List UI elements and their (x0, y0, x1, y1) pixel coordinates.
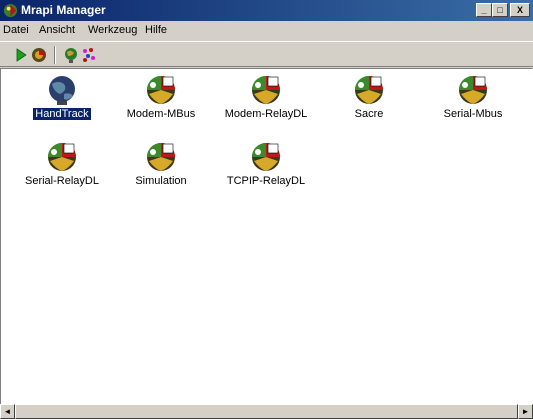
item-label: Modem-RelayDL (224, 108, 308, 120)
item-label: Serial-Mbus (443, 108, 503, 120)
title-bar[interactable]: Mrapi Manager _ □ X (0, 0, 533, 21)
module-icon (147, 76, 175, 104)
list-item-tcpip-relaydl[interactable]: TCPIP-RelayDL (216, 141, 316, 187)
list-item-modem-relaydl[interactable]: Modem-RelayDL (216, 74, 316, 120)
item-label: Sacre (354, 108, 384, 120)
scroll-thumb[interactable] (15, 404, 518, 419)
item-label: TCPIP-RelayDL (226, 175, 306, 187)
module-icon (252, 143, 280, 171)
globe-icon[interactable] (62, 46, 80, 64)
toolbar (0, 41, 533, 67)
item-label: Modem-MBus (126, 108, 196, 120)
list-item-modem-mbus[interactable]: Modem-MBus (111, 74, 211, 120)
menu-ansicht[interactable]: Ansicht (39, 24, 75, 36)
item-label: Serial-RelayDL (25, 175, 99, 187)
horizontal-scrollbar[interactable]: ◄ ► (0, 404, 533, 419)
list-item-simulation[interactable]: Simulation (111, 141, 211, 187)
close-button[interactable]: X (510, 3, 530, 17)
dots-icon[interactable] (80, 46, 98, 64)
menu-werkzeug[interactable]: Werkzeug (88, 24, 137, 36)
module-icon (48, 143, 76, 171)
globe-icon (49, 76, 75, 105)
scroll-left-button[interactable]: ◄ (0, 404, 15, 419)
disk-icon[interactable] (30, 46, 48, 64)
app-icon (3, 3, 18, 18)
module-icon (459, 76, 487, 104)
menu-hilfe[interactable]: Hilfe (145, 24, 167, 36)
item-label: HandTrack (32, 107, 92, 121)
menu-datei[interactable]: Datei (3, 24, 29, 36)
maximize-button[interactable]: □ (492, 3, 508, 17)
list-item-sacre[interactable]: Sacre (319, 74, 419, 120)
window-title: Mrapi Manager (21, 3, 106, 17)
minimize-button[interactable]: _ (476, 3, 492, 17)
toolbar-separator (54, 46, 56, 64)
play-icon[interactable] (12, 46, 30, 64)
module-icon (252, 76, 280, 104)
menu-bar: Datei Ansicht Werkzeug Hilfe (0, 21, 533, 40)
list-item-serial-relaydl[interactable]: Serial-RelayDL (12, 141, 112, 187)
list-item-handtrack[interactable]: HandTrack (12, 74, 112, 121)
module-icon (355, 76, 383, 104)
list-item-serial-mbus[interactable]: Serial-Mbus (423, 74, 523, 120)
scroll-right-button[interactable]: ► (518, 404, 533, 419)
item-list-view[interactable]: HandTrack Modem-MBus Modem-RelayDL Sacre… (0, 68, 533, 405)
item-label: Simulation (135, 175, 187, 187)
module-icon (147, 143, 175, 171)
